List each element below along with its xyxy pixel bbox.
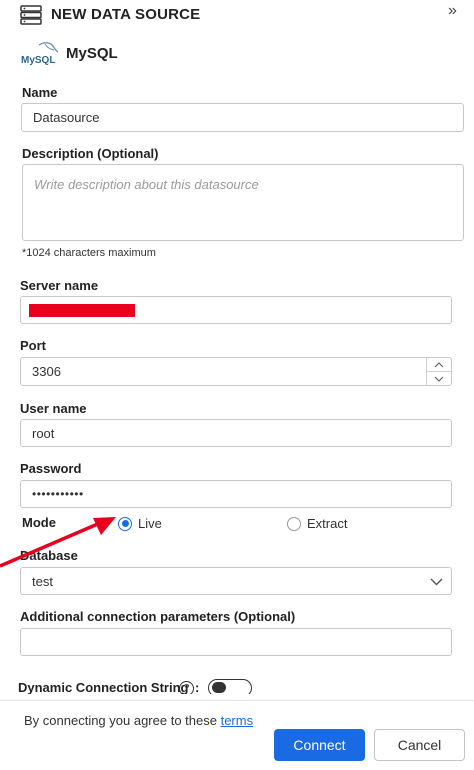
mode-option-live[interactable]: Live [118, 516, 162, 531]
footer-divider [0, 700, 474, 701]
annotation-arrow [0, 517, 116, 568]
user-name-label: User name [20, 401, 87, 416]
description-label: Description (Optional) [22, 146, 159, 161]
mode-option-extract[interactable]: Extract [287, 516, 347, 531]
description-hint: *1024 characters maximum [22, 247, 156, 259]
port-input[interactable]: 3306 [20, 357, 452, 386]
description-textarea[interactable]: Write description about this datasource [22, 164, 464, 241]
port-spinner[interactable] [426, 358, 451, 385]
database-select-value: test [32, 573, 53, 589]
mysql-logo-text: MySQL [21, 55, 55, 66]
port-increment-button[interactable] [427, 358, 451, 371]
help-icon[interactable]: ? [179, 681, 194, 694]
additional-params-label: Additional connection parameters (Option… [20, 609, 296, 624]
cancel-button[interactable]: Cancel [374, 729, 465, 761]
password-input-value: ••••••••••• [32, 487, 84, 501]
name-label: Name [22, 85, 58, 100]
port-input-value: 3306 [32, 364, 61, 379]
connect-button[interactable]: Connect [274, 729, 365, 761]
password-label: Password [20, 461, 82, 476]
agreement-prefix: By connecting you agree to these [24, 713, 221, 728]
dynamic-connection-colon: : [195, 680, 200, 694]
name-input[interactable]: Datasource [21, 103, 464, 132]
mysql-logo: MySQL [21, 42, 59, 66]
password-input[interactable]: ••••••••••• [20, 480, 452, 508]
description-placeholder: Write description about this datasource [34, 177, 259, 192]
datasource-icon [20, 5, 42, 25]
dynamic-connection-label: Dynamic Connection String [18, 680, 189, 694]
mode-live-radio[interactable] [118, 516, 132, 531]
collapse-icon[interactable]: » [448, 2, 457, 20]
chevron-down-icon [434, 376, 444, 382]
user-name-input-value: root [32, 425, 55, 441]
chevron-down-icon [430, 578, 443, 586]
port-decrement-button[interactable] [427, 371, 451, 385]
terms-link[interactable]: terms [221, 713, 254, 728]
chevron-up-icon [434, 361, 444, 367]
mode-extract-label: Extract [307, 516, 348, 531]
user-name-input[interactable]: root [20, 419, 452, 447]
name-input-value: Datasource [33, 110, 100, 125]
dynamic-connection-row: Dynamic Connection String ? : [0, 676, 474, 694]
port-label: Port [20, 338, 46, 353]
server-name-input[interactable] [20, 296, 452, 324]
panel-title: NEW DATA SOURCE [51, 6, 201, 23]
mode-live-label: Live [138, 516, 162, 531]
additional-params-input[interactable] [20, 628, 452, 656]
mode-extract-radio[interactable] [287, 516, 301, 531]
server-name-label: Server name [20, 278, 99, 293]
server-name-redaction [29, 303, 135, 317]
provider-name: MySQL [66, 45, 118, 62]
dynamic-connection-toggle[interactable] [208, 679, 252, 694]
agreement-text: By connecting you agree to these terms [24, 713, 253, 728]
